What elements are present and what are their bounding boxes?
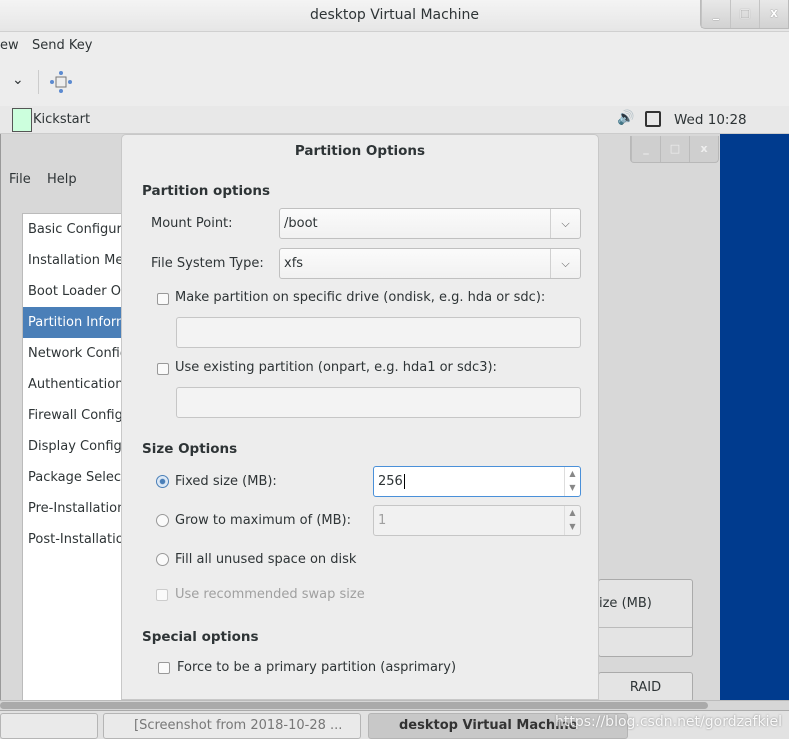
horizontal-scrollbar[interactable] bbox=[0, 700, 789, 710]
partition-options-dialog: Partition Options Partition options Moun… bbox=[121, 134, 599, 700]
watermark: https://blog.csdn.net/gordzafkiel bbox=[555, 714, 782, 730]
section-item[interactable]: Basic Configuration bbox=[23, 214, 121, 245]
maximize-button[interactable]: □ bbox=[730, 0, 759, 28]
network-icon[interactable] bbox=[645, 111, 661, 127]
chevron-down-icon[interactable]: ⌵ bbox=[550, 249, 580, 278]
ondisk-checkbox[interactable] bbox=[157, 293, 169, 305]
raid-button[interactable]: RAID bbox=[598, 672, 693, 702]
ks-menu-help[interactable]: Help bbox=[47, 172, 77, 187]
clock[interactable]: Wed 10:28 bbox=[674, 112, 747, 128]
ks-close-button[interactable]: x bbox=[689, 136, 718, 162]
column-header-size[interactable]: ize (MB) bbox=[599, 580, 692, 628]
onpart-label[interactable]: Use existing partition (onpart, e.g. hda… bbox=[175, 360, 497, 375]
ks-window-controls: _ □ x bbox=[630, 136, 719, 163]
fill-radio[interactable] bbox=[156, 553, 169, 566]
swap-label: Use recommended swap size bbox=[175, 587, 365, 602]
toolbar-separator bbox=[38, 70, 39, 94]
spin-arrows-icon[interactable]: ▲ ▼ bbox=[564, 467, 580, 496]
onpart-checkbox[interactable] bbox=[157, 363, 169, 375]
taskbar-blank bbox=[0, 713, 98, 739]
mount-point-label: Mount Point: bbox=[151, 216, 233, 231]
grow-label[interactable]: Grow to maximum of (MB): bbox=[175, 513, 351, 528]
section-item[interactable]: Installation Method bbox=[23, 245, 121, 276]
menu-send-key[interactable]: Send Key bbox=[32, 38, 92, 53]
fixed-size-value[interactable]: 256 bbox=[378, 474, 403, 489]
partition-table: ize (MB) bbox=[598, 579, 693, 657]
spin-arrows-icon[interactable]: ▲ ▼ bbox=[564, 506, 580, 535]
volume-icon[interactable]: 🔊 bbox=[617, 110, 634, 126]
chevron-down-icon[interactable]: ⌵ bbox=[550, 209, 580, 238]
taskbar-item-screenshot[interactable]: [Screenshot from 2018-10-28 ... bbox=[103, 713, 361, 739]
fixed-size-spinner[interactable]: 256 ▲ ▼ bbox=[373, 466, 581, 497]
fixed-size-radio[interactable] bbox=[156, 475, 169, 488]
app-name: Kickstart bbox=[33, 112, 91, 127]
minimize-button[interactable]: _ bbox=[701, 0, 730, 28]
special-options-header: Special options bbox=[142, 629, 259, 645]
desktop-background bbox=[720, 134, 789, 700]
ks-menu-file[interactable]: File bbox=[9, 172, 31, 187]
window-title: desktop Virtual Machine bbox=[309, 7, 480, 23]
partition-options-header: Partition options bbox=[142, 183, 270, 199]
scrollbar-thumb[interactable] bbox=[0, 702, 708, 709]
menu-view[interactable]: ew bbox=[0, 38, 19, 53]
section-item[interactable]: Display Configuration bbox=[23, 431, 121, 462]
section-item[interactable]: Firewall Configuration bbox=[23, 400, 121, 431]
grow-radio[interactable] bbox=[156, 514, 169, 527]
taskbar: [Screenshot from 2018-10-28 ... desktop … bbox=[0, 710, 789, 739]
section-item[interactable]: Package Selection bbox=[23, 462, 121, 493]
fs-type-combo[interactable]: xfs ⌵ bbox=[279, 248, 581, 279]
section-item[interactable]: Network Configuration bbox=[23, 338, 121, 369]
close-button[interactable]: x bbox=[759, 0, 788, 28]
fs-type-value[interactable]: xfs bbox=[284, 256, 303, 271]
size-options-header: Size Options bbox=[142, 441, 238, 457]
chevron-down-icon[interactable]: ⌄ bbox=[12, 72, 24, 88]
section-item-selected[interactable]: Partition Information bbox=[23, 307, 121, 338]
ondisk-label[interactable]: Make partition on specific drive (ondisk… bbox=[175, 290, 545, 305]
ondisk-input[interactable] bbox=[176, 317, 581, 348]
onpart-input[interactable] bbox=[176, 387, 581, 418]
ks-minimize-button[interactable]: _ bbox=[631, 136, 660, 162]
grow-spinner[interactable]: 1 ▲ ▼ bbox=[373, 505, 581, 536]
window-controls: _ □ x bbox=[700, 0, 789, 29]
mount-point-combo[interactable]: /boot ⌵ bbox=[279, 208, 581, 239]
section-item[interactable]: Post-Installation Script bbox=[23, 524, 121, 555]
section-item[interactable]: Boot Loader Options bbox=[23, 276, 121, 307]
primary-checkbox[interactable] bbox=[158, 662, 170, 674]
primary-label[interactable]: Force to be a primary partition (asprima… bbox=[177, 660, 456, 675]
grow-value[interactable]: 1 bbox=[378, 513, 386, 528]
ks-maximize-button[interactable]: □ bbox=[660, 136, 689, 162]
section-item[interactable]: Pre-Installation Script bbox=[23, 493, 121, 524]
kickstart-app-icon bbox=[12, 108, 32, 132]
section-list: Basic Configuration Installation Method … bbox=[22, 213, 122, 703]
fixed-size-label[interactable]: Fixed size (MB): bbox=[175, 474, 277, 489]
fs-type-label: File System Type: bbox=[151, 256, 264, 271]
resize-icon[interactable] bbox=[50, 71, 72, 93]
window-titlebar: desktop Virtual Machine bbox=[0, 0, 789, 32]
swap-checkbox bbox=[156, 589, 168, 601]
dialog-title: Partition Options bbox=[294, 143, 426, 159]
fill-label[interactable]: Fill all unused space on disk bbox=[175, 552, 356, 567]
mount-point-value[interactable]: /boot bbox=[284, 216, 318, 231]
guest-topbar: Kickstart 🔊 Wed 10:28 bbox=[0, 106, 789, 134]
section-item[interactable]: Authentication bbox=[23, 369, 121, 400]
